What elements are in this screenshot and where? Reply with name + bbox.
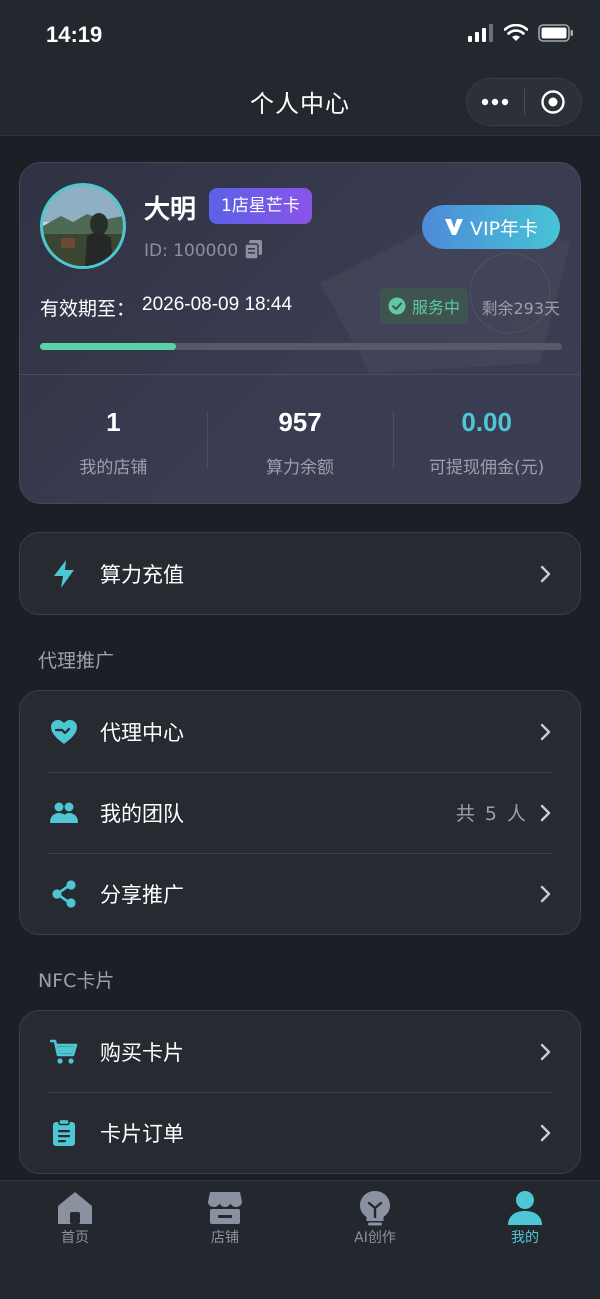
stat-value: 957 xyxy=(278,407,322,437)
mini-program-capsule xyxy=(466,78,582,126)
expire-label: 有效期至： xyxy=(40,298,136,320)
profile-card: 大明 1店星芒卡 ID: 100000 VIP年卡 有效期至： 2026-08-… xyxy=(19,162,581,504)
section-title-nfc: NFC卡片 xyxy=(38,970,115,992)
remaining-days: 剩余293天 xyxy=(481,299,560,318)
vip-annual-card-button[interactable]: VIP年卡 xyxy=(422,205,560,249)
user-icon xyxy=(506,1189,544,1227)
menu-item-compute-recharge[interactable]: 算力充值 xyxy=(20,533,580,614)
tab-label: 店铺 xyxy=(211,1230,239,1246)
home-icon xyxy=(56,1189,94,1227)
more-dots-icon xyxy=(482,98,509,106)
section-title-agent: 代理推广 xyxy=(38,650,115,672)
expire-value: 2026-08-09 18:44 xyxy=(142,294,293,315)
stat-compute-balance[interactable]: 957 算力余额 xyxy=(206,375,394,503)
more-button[interactable] xyxy=(467,79,524,125)
cart-icon xyxy=(50,1038,78,1066)
menu-item-share-promote[interactable]: 分享推广 xyxy=(20,853,580,934)
status-bar: 14:19 xyxy=(0,0,600,70)
target-close-icon xyxy=(541,90,565,114)
menu-item-card-orders[interactable]: 卡片订单 xyxy=(20,1092,580,1173)
stat-value: 0.00 xyxy=(461,407,512,437)
chevron-right-icon xyxy=(540,885,551,902)
copy-icon[interactable] xyxy=(244,239,264,261)
close-miniprogram-button[interactable] xyxy=(525,79,582,125)
chevron-right-icon xyxy=(540,804,551,821)
stat-label: 算力余额 xyxy=(266,458,334,478)
card-decoration xyxy=(320,203,570,373)
menu-item-label: 分享推广 xyxy=(100,882,184,907)
menu-item-label: 代理中心 xyxy=(100,720,184,745)
chevron-right-icon xyxy=(540,1043,551,1060)
agent-menu-card: 代理中心 我的团队 共 5 人 分享推广 xyxy=(19,690,581,935)
stat-my-stores[interactable]: 1 我的店铺 xyxy=(20,375,207,503)
lightning-icon xyxy=(50,559,78,588)
bottom-tab-bar: 首页 店铺 AI创作 我的 xyxy=(0,1180,600,1299)
menu-item-buy-card[interactable]: 购买卡片 xyxy=(20,1011,580,1092)
wifi-icon xyxy=(504,24,528,41)
check-circle-icon xyxy=(388,297,406,315)
chevron-right-icon xyxy=(540,723,551,740)
battery-icon xyxy=(538,24,573,42)
status-time: 14:19 xyxy=(46,22,103,47)
chevron-right-icon xyxy=(540,565,551,582)
nav-header: 个人中心 xyxy=(0,70,600,136)
menu-item-label: 购买卡片 xyxy=(100,1040,184,1065)
tab-label: AI创作 xyxy=(354,1230,396,1246)
share-icon xyxy=(50,879,78,908)
team-icon xyxy=(50,799,78,827)
vip-v-icon xyxy=(444,219,463,235)
nfc-menu-card: 购买卡片 卡片订单 xyxy=(19,1010,581,1174)
vip-label: VIP年卡 xyxy=(469,217,539,240)
menu-item-label: 卡片订单 xyxy=(100,1121,184,1146)
menu-item-label: 算力充值 xyxy=(100,562,184,587)
clipboard-icon xyxy=(50,1118,78,1147)
menu-item-my-team[interactable]: 我的团队 共 5 人 xyxy=(20,772,580,853)
user-name: 大明 xyxy=(144,195,197,225)
recharge-card: 算力充值 xyxy=(19,532,581,615)
avatar-photo xyxy=(43,186,123,266)
menu-item-label: 我的团队 xyxy=(100,801,184,826)
avatar[interactable] xyxy=(40,183,126,269)
tab-label: 首页 xyxy=(61,1230,89,1246)
tab-mine[interactable]: 我的 xyxy=(450,1181,600,1299)
stat-withdrawable-commission[interactable]: 0.00 可提现佣金(元) xyxy=(393,375,580,503)
service-status-badge: 服务中 xyxy=(380,288,469,324)
stat-label: 可提现佣金(元) xyxy=(429,458,545,478)
chevron-right-icon xyxy=(540,1124,551,1141)
stat-value: 1 xyxy=(106,407,121,437)
user-id: ID: 100000 xyxy=(144,241,239,261)
service-status-text: 服务中 xyxy=(412,298,461,317)
stat-label: 我的店铺 xyxy=(79,458,148,478)
tab-home[interactable]: 首页 xyxy=(0,1181,150,1299)
team-count: 共 5 人 xyxy=(455,803,528,825)
tab-label: 我的 xyxy=(511,1230,539,1246)
tab-store[interactable]: 店铺 xyxy=(150,1181,300,1299)
validity-progress-bar xyxy=(40,343,562,350)
signal-icon xyxy=(468,24,493,42)
menu-item-agent-center[interactable]: 代理中心 xyxy=(20,691,580,772)
tab-ai-create[interactable]: AI创作 xyxy=(300,1181,450,1299)
stats-row: 1 我的店铺 957 算力余额 0.00 可提现佣金(元) xyxy=(20,375,580,503)
status-icons xyxy=(468,24,574,42)
store-icon xyxy=(206,1189,244,1227)
bulb-icon xyxy=(356,1189,394,1227)
heart-handshake-icon xyxy=(50,718,78,746)
membership-card-badge: 1店星芒卡 xyxy=(209,188,312,224)
validity-progress-fill xyxy=(40,343,176,350)
